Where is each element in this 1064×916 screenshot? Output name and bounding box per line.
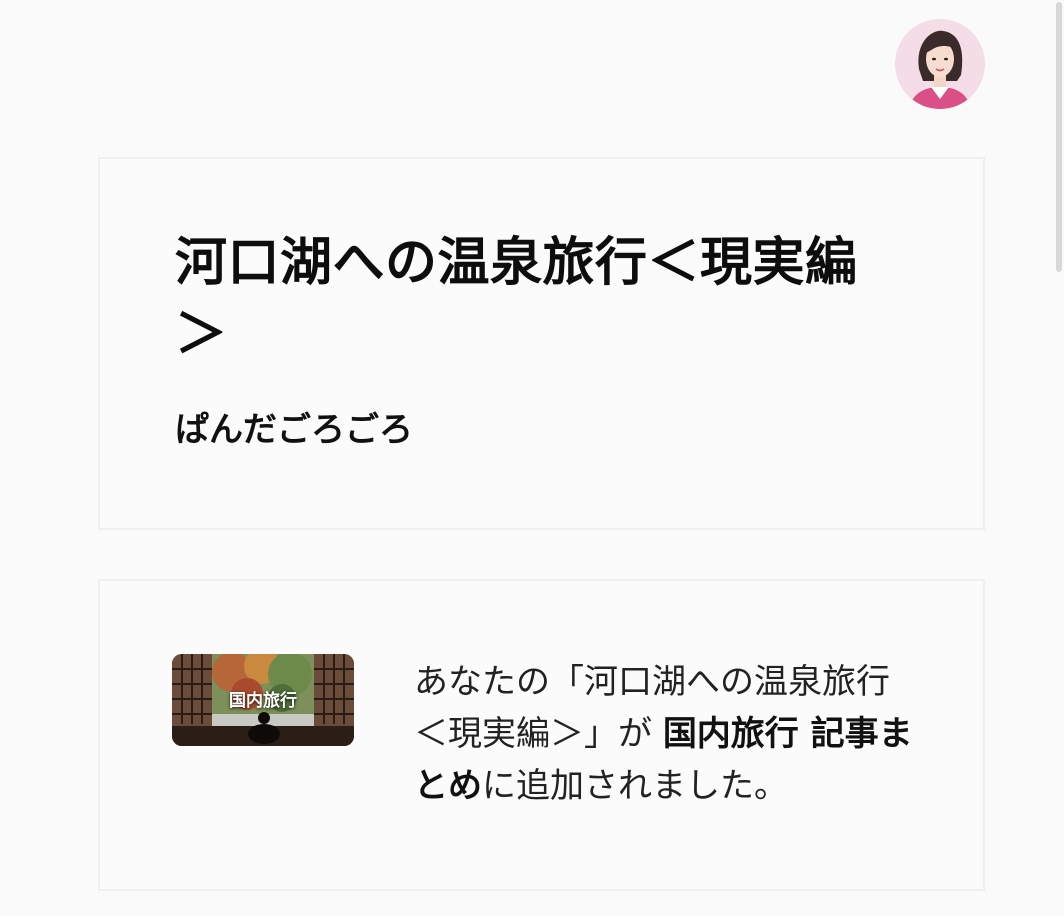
user-avatar[interactable] bbox=[895, 19, 985, 109]
notification-card[interactable]: 国内旅行 あなたの「河口湖への温泉旅行＜現実編＞」が 国内旅行 記事まとめに追加… bbox=[98, 579, 985, 891]
magazine-thumbnail-label: 国内旅行 bbox=[229, 691, 297, 711]
scrollbar-thumb[interactable] bbox=[1056, 2, 1062, 272]
article-card[interactable]: 河口湖への温泉旅行＜現実編＞ ぱんだごろごろ bbox=[98, 157, 985, 530]
magazine-thumbnail[interactable]: 国内旅行 bbox=[172, 654, 354, 746]
notification-text: あなたの「河口湖への温泉旅行＜現実編＞」が 国内旅行 記事まとめに追加されました… bbox=[414, 656, 914, 812]
article-title[interactable]: 河口湖への温泉旅行＜現実編＞ bbox=[175, 227, 895, 371]
article-author[interactable]: ぱんだごろごろ bbox=[175, 402, 413, 451]
user-avatar-icon bbox=[895, 19, 985, 109]
notification-text-suffix: に追加されました。 bbox=[482, 766, 788, 806]
scrollbar[interactable] bbox=[1054, 0, 1064, 916]
page: 河口湖への温泉旅行＜現実編＞ ぱんだごろごろ 国内旅行 あなたの「河口湖への温泉… bbox=[0, 0, 1064, 916]
